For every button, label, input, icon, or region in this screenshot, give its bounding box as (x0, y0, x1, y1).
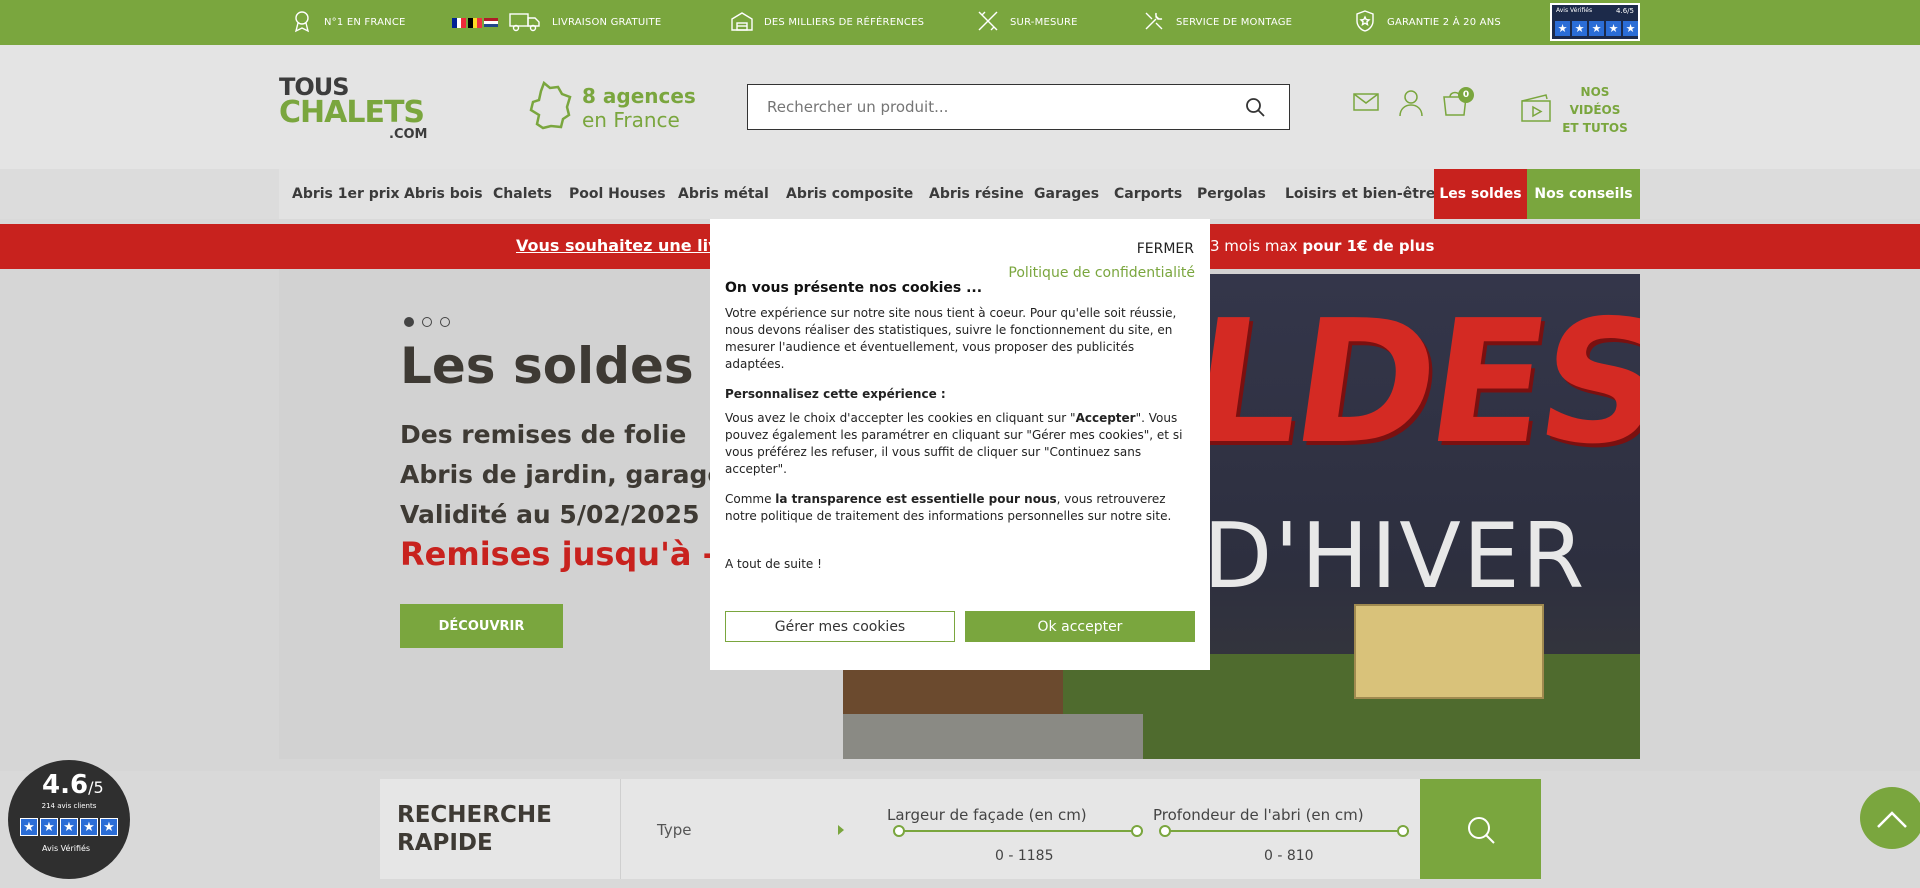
cookie-consent-modal: FERMER Politique de confidentialité On v… (710, 219, 1210, 670)
hero-line-3: Validité au 5/02/2025 inc (400, 500, 750, 529)
width-range-value: 0 - 1185 (995, 848, 1054, 864)
shield-star-icon (1353, 9, 1377, 36)
avis-verifies-brand: Avis Vérifiés (42, 844, 91, 853)
star-icon: ★ (1623, 21, 1638, 36)
mail-icon[interactable] (1351, 87, 1381, 117)
quick-search-submit-button[interactable] (1420, 779, 1541, 879)
star-icon: ★ (80, 818, 98, 836)
nav-item-pergolas[interactable]: Pergolas (1197, 169, 1266, 219)
videos-tutos-link[interactable]: NOS VIDÉOS ET TUTOS (1520, 83, 1628, 137)
banner-link[interactable]: Vous souhaitez une livr (516, 236, 726, 255)
france-map-icon (522, 80, 574, 136)
star-icon: ★ (1606, 21, 1621, 36)
hero-line-2: Abris de jardin, garages, (400, 460, 749, 489)
topbar-item-montage: SERVICE DE MONTAGE (1142, 0, 1292, 45)
ruler-pencil-icon (976, 9, 1000, 36)
hero-line-1: Des remises de folie (400, 420, 687, 449)
carousel-dot-3[interactable] (440, 317, 450, 327)
site-header: TOUS CHALETS .COM 8 agences en France 0 … (0, 45, 1920, 169)
star-icon: ★ (20, 818, 38, 836)
back-to-top-button[interactable] (1860, 787, 1920, 849)
star-icon: ★ (1555, 21, 1570, 36)
depth-range-label: Profondeur de l'abri (en cm) (1153, 806, 1364, 824)
nav-item-conseils[interactable]: Nos conseils (1527, 169, 1640, 219)
hero-image-hiver-text: D'HIVER (1203, 504, 1587, 609)
cookie-transparency-text: Comme la transparence est essentielle po… (725, 492, 1172, 523)
cart-count-badge: 0 (1458, 87, 1474, 103)
video-clapper-icon (1520, 92, 1552, 128)
country-flags (452, 17, 498, 28)
search-input[interactable] (748, 85, 1228, 129)
rating-count: 214 avis clients (41, 802, 97, 810)
warehouse-icon (730, 9, 754, 36)
nav-item-abris-metal[interactable]: Abris métal (678, 169, 769, 219)
accept-cookies-button[interactable]: Ok accepter (965, 611, 1195, 642)
topbar-item-number-one: N°1 EN FRANCE (290, 0, 406, 45)
star-rating: ★ ★ ★ ★ ★ (20, 818, 118, 836)
ribbon-icon (290, 9, 314, 36)
nav-item-abris-resine[interactable]: Abris résine (929, 169, 1024, 219)
product-search (747, 84, 1290, 130)
hero-promo: Remises jusqu'à -60 (400, 535, 761, 573)
quick-search-panel: RECHERCHE RAPIDE Type Largeur de façade … (380, 779, 1541, 879)
truck-icon (508, 9, 542, 36)
hero-image-soldes-text: LDES (1179, 284, 1640, 482)
avis-verifies-rating-badge[interactable]: 4.6/5 214 avis clients ★ ★ ★ ★ ★ Avis Vérifi… (8, 760, 130, 879)
star-icon: ★ (60, 818, 78, 836)
type-select[interactable]: Type (657, 821, 691, 839)
star-rating: ★ ★ ★ ★ ★ (1555, 21, 1638, 36)
carousel-dot-1[interactable] (404, 317, 414, 327)
caret-right-icon (838, 825, 844, 835)
nav-item-abris-composite[interactable]: Abris composite (786, 169, 913, 219)
privacy-policy-link[interactable]: Politique de confidentialité (1008, 265, 1195, 281)
nav-item-soldes[interactable]: Les soldes (1434, 169, 1527, 219)
top-info-bar: N°1 EN FRANCE LIVRAISON GRATUITE DES MIL… (0, 0, 1920, 45)
cookie-intro-text: Votre expérience sur notre site nous tie… (725, 306, 1177, 371)
star-icon: ★ (1572, 21, 1587, 36)
carousel-dots (404, 317, 450, 327)
width-range-max-handle[interactable] (1131, 825, 1143, 837)
nav-item-loisirs[interactable]: Loisirs et bien-être (1285, 169, 1435, 219)
nav-item-pool-houses[interactable]: Pool Houses (569, 169, 666, 219)
topbar-item-references: DES MILLIERS DE RÉFÉRENCES (730, 0, 924, 45)
main-navigation: Abris 1er prix Abris bois Chalets Pool H… (0, 169, 1920, 219)
avis-verifies-mini-badge[interactable]: Avis Vérifiés 4.6/5 ★ ★ ★ ★ ★ (1550, 3, 1640, 41)
cookie-farewell-text: A tout de suite ! (725, 557, 822, 571)
quick-search-title: RECHERCHE RAPIDE (397, 802, 552, 856)
close-modal-button[interactable]: FERMER (1137, 241, 1194, 257)
depth-range-max-handle[interactable] (1397, 825, 1409, 837)
width-range-track[interactable] (899, 830, 1143, 832)
cookie-choice-text: Vous avez le choix d'accepter les cookie… (725, 411, 1183, 476)
star-icon: ★ (100, 818, 118, 836)
garden-shed-image (1354, 604, 1544, 699)
star-icon: ★ (1589, 21, 1604, 36)
width-range-min-handle[interactable] (893, 825, 905, 837)
topbar-item-delivery: LIVRAISON GRATUITE (452, 0, 661, 45)
nav-item-garages[interactable]: Garages (1034, 169, 1099, 219)
discover-button[interactable]: DÉCOUVRIR (400, 604, 563, 648)
star-icon: ★ (40, 818, 58, 836)
site-logo[interactable]: TOUS CHALETS .COM (279, 75, 427, 145)
depth-range-min-handle[interactable] (1159, 825, 1171, 837)
nav-item-carports[interactable]: Carports (1114, 169, 1182, 219)
manage-cookies-button[interactable]: Gérer mes cookies (725, 611, 955, 642)
depth-range-value: 0 - 810 (1264, 848, 1314, 864)
rating-value: 4.6/5 (42, 770, 104, 800)
agences-link[interactable]: 8 agences en France (522, 80, 696, 136)
nav-item-chalets[interactable]: Chalets (493, 169, 552, 219)
cookie-personalize-title: Personnalisez cette expérience : (725, 387, 946, 401)
banner-right-text: 3 mois max pour 1€ de plus (1210, 237, 1435, 255)
tools-icon (1142, 9, 1166, 36)
topbar-item-garantie: GARANTIE 2 À 20 ANS (1353, 0, 1501, 45)
width-range-label: Largeur de façade (en cm) (887, 806, 1087, 824)
depth-range-track[interactable] (1165, 830, 1409, 832)
topbar-item-sur-mesure: SUR-MESURE (976, 0, 1078, 45)
nav-item-abris-bois[interactable]: Abris bois (404, 169, 483, 219)
carousel-dot-2[interactable] (422, 317, 432, 327)
user-account-icon[interactable] (1396, 87, 1426, 117)
cookie-modal-title: On vous présente nos cookies ... (725, 280, 983, 296)
nav-item-abris-1er-prix[interactable]: Abris 1er prix (292, 169, 400, 219)
